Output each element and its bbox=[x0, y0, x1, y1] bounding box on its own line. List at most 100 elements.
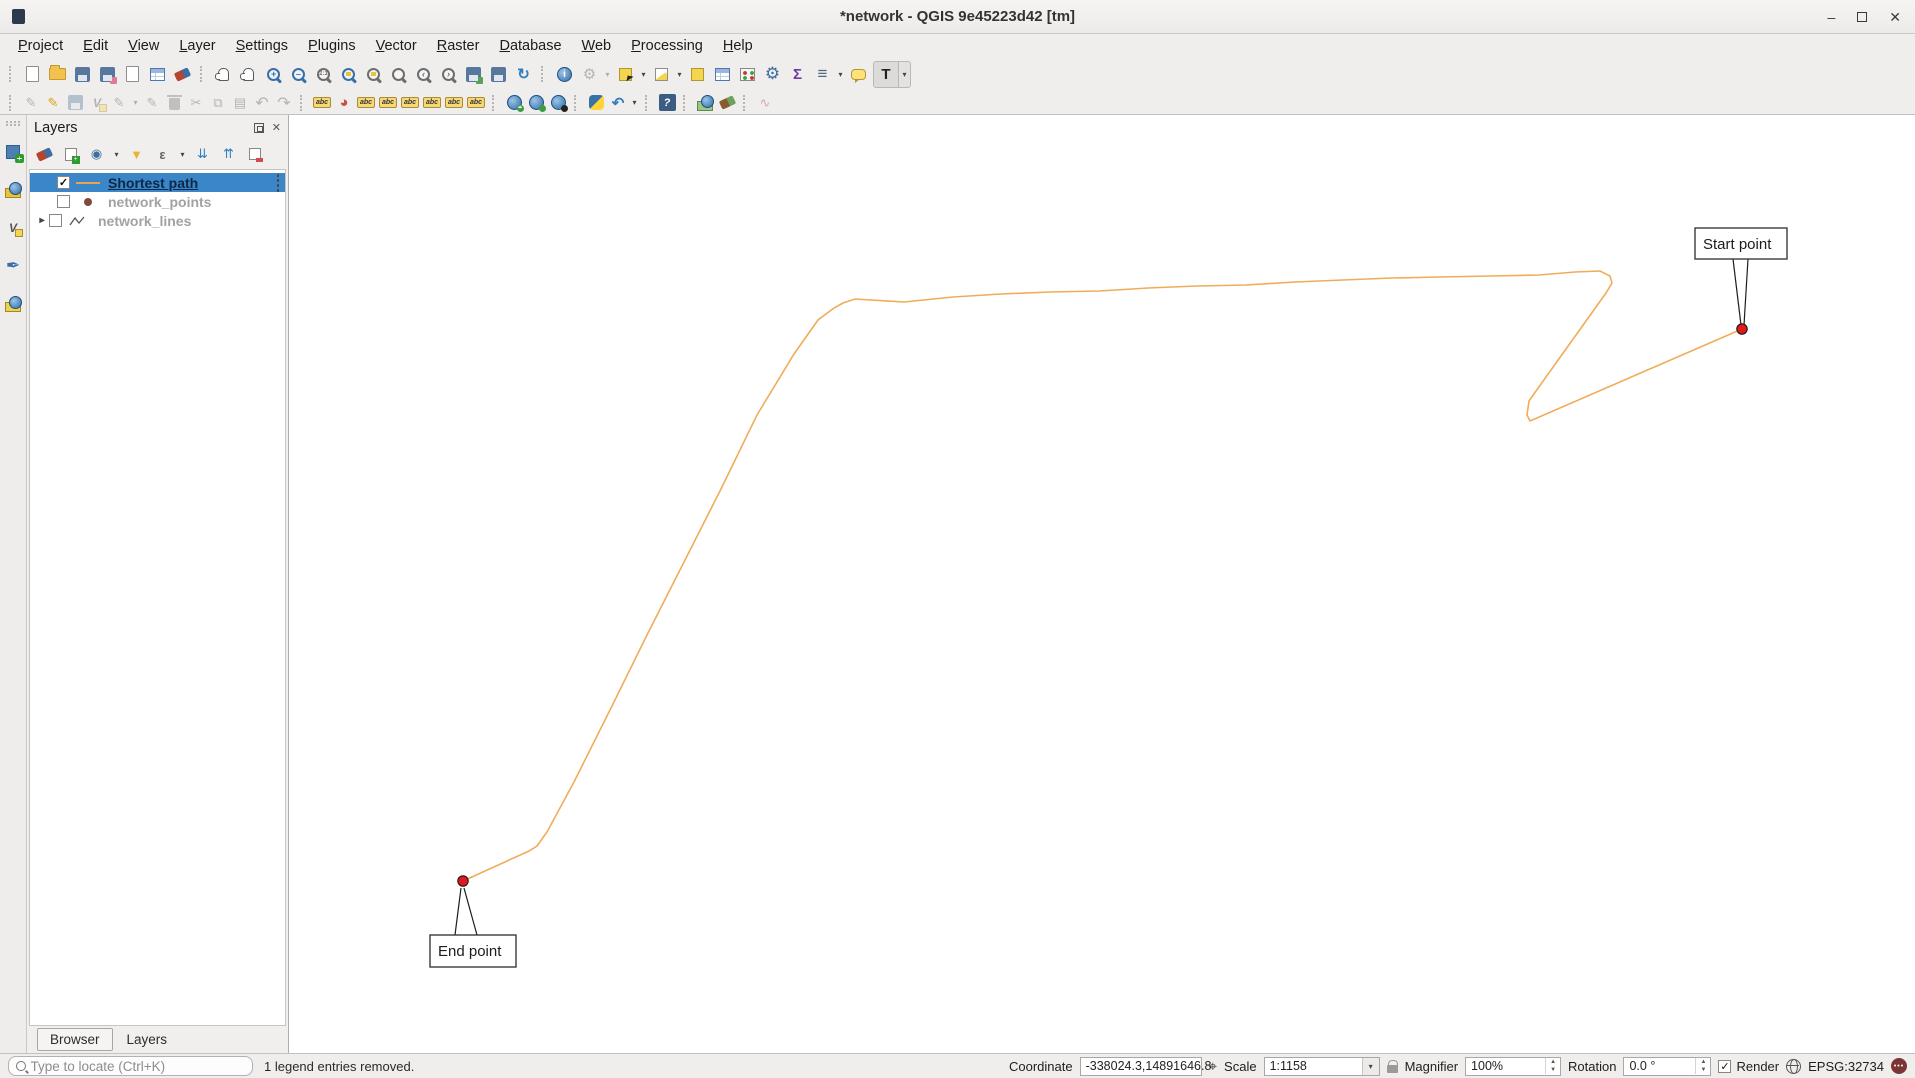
zoom-in-button[interactable]: + bbox=[261, 62, 286, 87]
modify-attributes-button[interactable]: ✎ bbox=[141, 92, 163, 114]
show-hide-labels-button[interactable]: abc bbox=[399, 92, 421, 114]
open-layer-styling-button[interactable] bbox=[33, 143, 56, 166]
rotation-spinbox[interactable]: 0.0 ° ▲▼ bbox=[1623, 1057, 1711, 1076]
toolbar-grip[interactable] bbox=[541, 66, 547, 82]
magnifier-spinbox[interactable]: 100% ▲▼ bbox=[1465, 1057, 1561, 1076]
style-manager-button[interactable] bbox=[170, 62, 195, 87]
python-console-button[interactable] bbox=[585, 92, 607, 114]
menu-settings[interactable]: Settings bbox=[226, 36, 298, 56]
zoom-native-button[interactable]: 1:1 bbox=[311, 62, 336, 87]
layer-labeling-button[interactable]: abc bbox=[311, 92, 333, 114]
zoom-full-button[interactable] bbox=[336, 62, 361, 87]
refresh-map-button[interactable]: ↻ bbox=[511, 62, 536, 87]
layer-row-network-points[interactable]: network_points bbox=[30, 192, 285, 211]
expression-dropdown[interactable]: ▾ bbox=[177, 143, 188, 165]
toolbar-grip[interactable] bbox=[300, 95, 306, 111]
text-annotation-button[interactable]: T bbox=[874, 62, 899, 87]
map-tips-button[interactable] bbox=[846, 62, 871, 87]
manage-map-themes-button[interactable]: ◉ bbox=[85, 143, 108, 166]
identify-features-button[interactable]: i bbox=[552, 62, 577, 87]
locate-box[interactable] bbox=[8, 1056, 253, 1076]
layer-checkbox[interactable] bbox=[49, 214, 62, 227]
deselect-all-button[interactable] bbox=[685, 62, 710, 87]
toolbar-grip[interactable] bbox=[574, 95, 580, 111]
plugin-map-button-1[interactable] bbox=[694, 92, 716, 114]
vertex-tool-button[interactable]: ✎ bbox=[108, 92, 130, 114]
toolbar-grip[interactable] bbox=[645, 95, 651, 111]
lock-scale-icon[interactable] bbox=[1387, 1065, 1398, 1073]
paste-features-button[interactable]: ▤ bbox=[229, 92, 251, 114]
web-add-layer-button[interactable]: + bbox=[503, 92, 525, 114]
locate-input[interactable] bbox=[31, 1059, 246, 1074]
spin-up-icon[interactable]: ▲ bbox=[1696, 1058, 1710, 1066]
menu-plugins[interactable]: Plugins bbox=[298, 36, 366, 56]
filter-legend-button[interactable]: ▼ bbox=[125, 143, 148, 166]
zoom-to-selection-button[interactable] bbox=[361, 62, 386, 87]
layer-diagram-button[interactable]: ◕ bbox=[333, 92, 355, 114]
toggle-editing-button[interactable]: ✎ bbox=[42, 92, 64, 114]
menu-edit[interactable]: Edit bbox=[73, 36, 118, 56]
menu-database[interactable]: Database bbox=[489, 36, 571, 56]
layer-row-network-lines[interactable]: ▸ network_lines bbox=[30, 211, 285, 230]
help-button[interactable]: ? bbox=[656, 92, 678, 114]
run-feature-action-button[interactable]: ⚙ bbox=[577, 62, 602, 87]
menu-vector[interactable]: Vector bbox=[366, 36, 427, 56]
menu-processing[interactable]: Processing bbox=[621, 36, 713, 56]
vertex-tool-dropdown[interactable]: ▾ bbox=[130, 92, 141, 114]
redo-button[interactable]: ↷ bbox=[273, 92, 295, 114]
messages-icon[interactable]: ••• bbox=[1891, 1058, 1907, 1074]
new-virtual-layer-button[interactable] bbox=[1, 292, 25, 316]
layer-row-shortest-path[interactable]: ✓ Shortest path bbox=[30, 173, 285, 192]
digitize-button[interactable]: V bbox=[86, 92, 108, 114]
move-label-button[interactable]: abc bbox=[421, 92, 443, 114]
open-project-button[interactable] bbox=[45, 62, 70, 87]
crs-status[interactable]: EPSG:32734 bbox=[1808, 1059, 1884, 1074]
layer-checkbox[interactable] bbox=[57, 195, 70, 208]
toolbar-grip[interactable] bbox=[492, 95, 498, 111]
text-annotation-dropdown[interactable]: ▾ bbox=[899, 63, 910, 85]
zoom-to-layer-button[interactable] bbox=[386, 62, 411, 87]
expand-icon[interactable]: ▸ bbox=[35, 215, 49, 226]
delete-selected-button[interactable] bbox=[163, 92, 185, 114]
layer-label[interactable]: Shortest path bbox=[108, 175, 198, 191]
dock-float-icon[interactable] bbox=[254, 123, 264, 133]
map-canvas[interactable]: Start point End point bbox=[289, 115, 1915, 1053]
metasearch-button[interactable] bbox=[547, 92, 569, 114]
rotate-label-button[interactable]: abc bbox=[443, 92, 465, 114]
new-project-button[interactable] bbox=[20, 62, 45, 87]
extents-toggle-icon[interactable]: ⌖ bbox=[1209, 1058, 1217, 1075]
data-source-manager-button[interactable]: + bbox=[1, 140, 25, 164]
cut-features-button[interactable]: ✂ bbox=[185, 92, 207, 114]
zoom-last-button[interactable]: ‹ bbox=[411, 62, 436, 87]
minimize-button[interactable]: – bbox=[1827, 10, 1835, 24]
pan-map-button[interactable] bbox=[211, 62, 236, 87]
collapse-all-button[interactable]: ⇈ bbox=[217, 143, 240, 166]
tab-layers[interactable]: Layers bbox=[115, 1029, 180, 1050]
new-geopackage-layer-button[interactable]: ✒ bbox=[1, 254, 25, 278]
undo-button[interactable]: ↶ bbox=[251, 92, 273, 114]
select-features-button[interactable] bbox=[613, 62, 638, 87]
spin-down-icon[interactable]: ▼ bbox=[1546, 1066, 1560, 1074]
filter-by-expression-button[interactable]: ε bbox=[151, 143, 174, 166]
select-features-dropdown[interactable]: ▾ bbox=[638, 63, 649, 85]
remove-layer-button[interactable] bbox=[243, 143, 266, 166]
layer-checkbox[interactable]: ✓ bbox=[57, 176, 70, 189]
menu-help[interactable]: Help bbox=[713, 36, 763, 56]
pan-to-selection-button[interactable] bbox=[236, 62, 261, 87]
processing-toolbox-button[interactable]: ⚙ bbox=[760, 62, 785, 87]
menu-web[interactable]: Web bbox=[572, 36, 622, 56]
statistical-summary-button[interactable]: Σ bbox=[785, 62, 810, 87]
current-edits-button[interactable]: ✎ bbox=[20, 92, 42, 114]
pin-labels-button[interactable]: abc bbox=[377, 92, 399, 114]
toolbar-grip[interactable] bbox=[743, 95, 749, 111]
crs-globe-icon[interactable] bbox=[1786, 1059, 1801, 1074]
coordinate-field[interactable]: -338024.3,14891646.8 bbox=[1080, 1057, 1202, 1076]
history-dropdown[interactable]: ▾ bbox=[629, 92, 640, 114]
toolbar-grip[interactable] bbox=[9, 95, 15, 111]
show-spatial-bookmarks-button[interactable] bbox=[486, 62, 511, 87]
menu-raster[interactable]: Raster bbox=[427, 36, 490, 56]
layer-label[interactable]: network_points bbox=[108, 194, 211, 210]
web-refresh-layer-button[interactable] bbox=[525, 92, 547, 114]
toolbar-grip[interactable] bbox=[200, 66, 206, 82]
close-button[interactable]: ✕ bbox=[1889, 10, 1901, 24]
